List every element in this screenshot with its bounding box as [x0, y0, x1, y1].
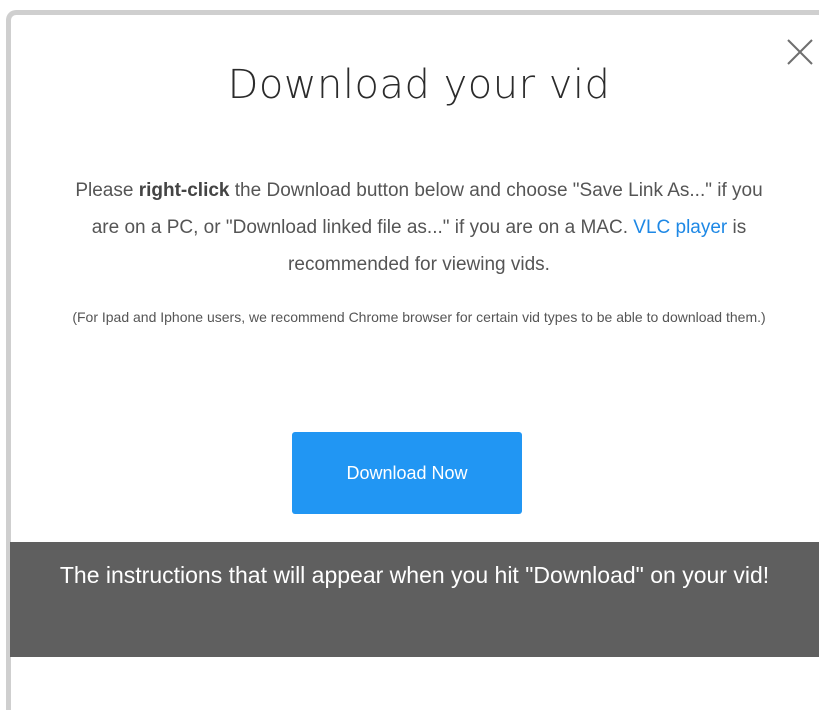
download-now-button[interactable]: Download Now — [292, 432, 522, 514]
caption-bar: The instructions that will appear when y… — [10, 542, 819, 657]
download-instructions: Please right-click the Download button b… — [70, 172, 768, 283]
vlc-player-link[interactable]: VLC player — [633, 217, 727, 238]
screenshot-frame: Download your vid Please right-click the… — [0, 0, 819, 710]
modal-title: Download your vid — [227, 62, 611, 108]
instructions-text-1: Please — [75, 180, 139, 201]
instructions-bold: right-click — [138, 180, 230, 201]
ipad-iphone-note: (For Ipad and Iphone users, we recommend… — [72, 309, 766, 325]
caption-text: The instructions that will appear when y… — [59, 562, 770, 588]
